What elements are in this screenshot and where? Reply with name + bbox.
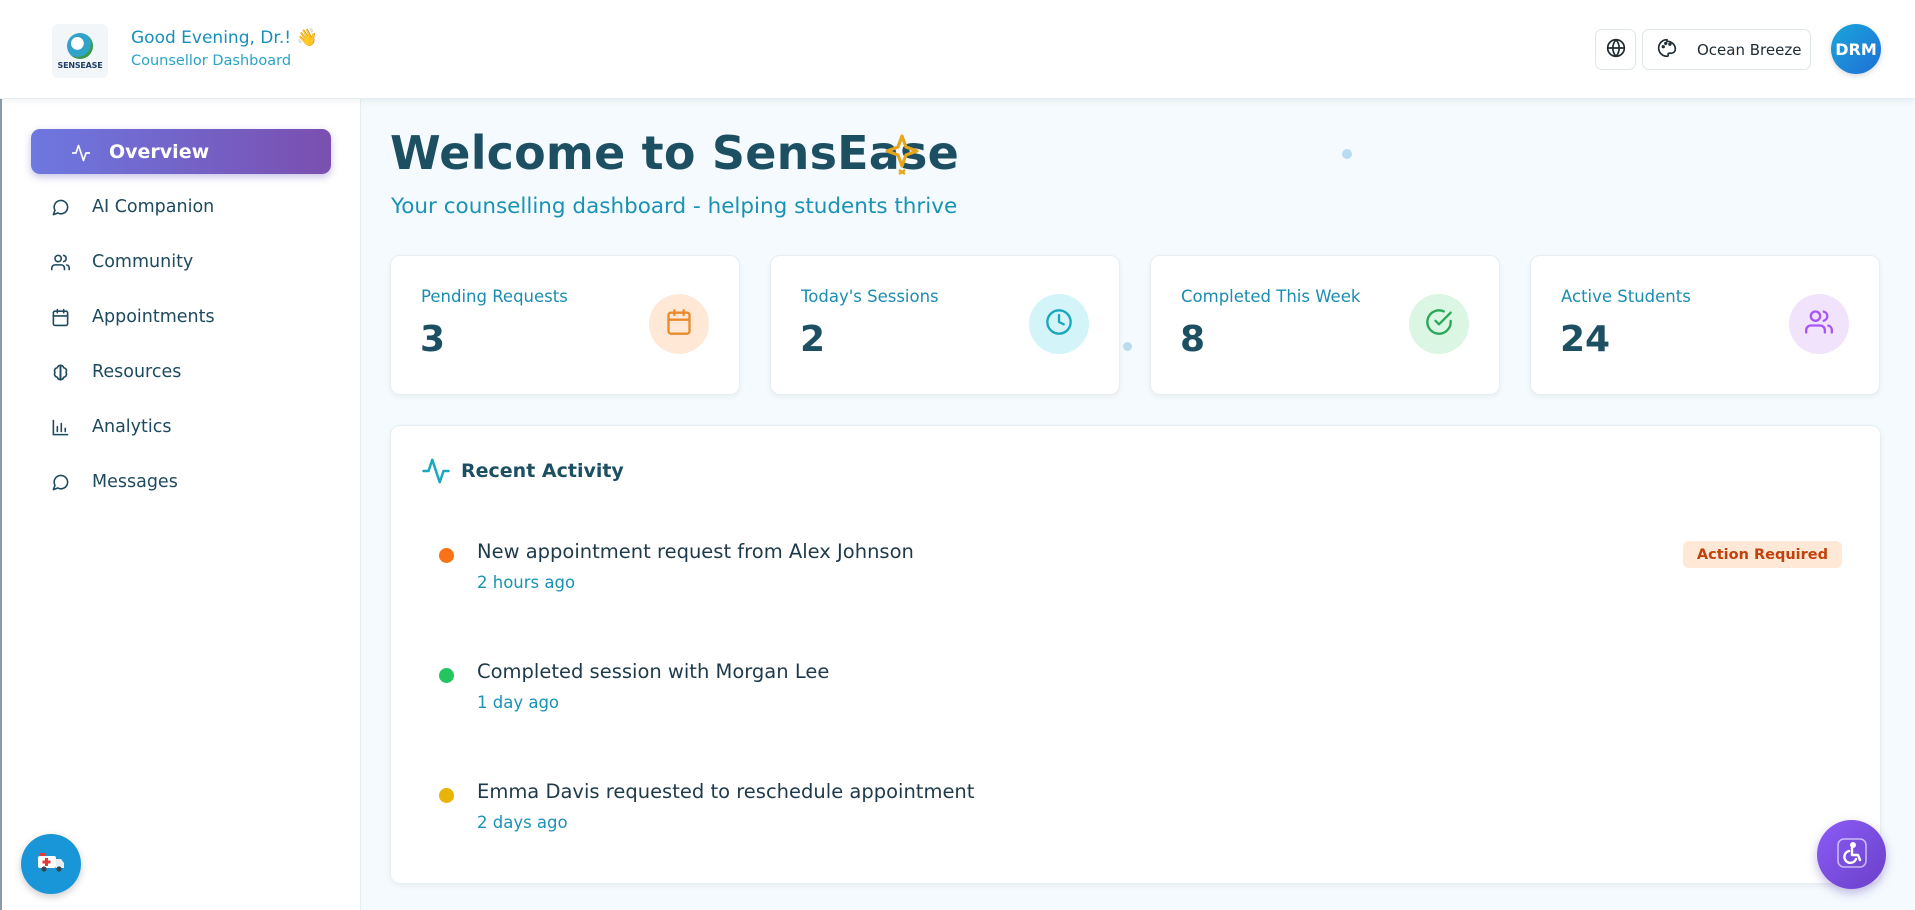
page-subtitle: Your counselling dashboard - helping stu… [391, 194, 958, 219]
status-dot [439, 668, 454, 683]
sidebar-item-label: Appointments [92, 307, 215, 327]
activity-time: 2 days ago [477, 813, 568, 832]
sidebar-item-community[interactable]: Community [31, 242, 331, 282]
stat-label: Completed This Week [1181, 287, 1361, 306]
sidebar: Overview AI Companion Community Appointm… [2, 99, 361, 910]
globe-icon [1606, 38, 1626, 62]
stat-badge [649, 294, 709, 354]
theme-selector-button[interactable]: Ocean Breeze [1642, 29, 1811, 70]
stat-label: Pending Requests [421, 287, 568, 306]
stat-value: 24 [1560, 319, 1611, 360]
sidebar-item-label: Overview [109, 140, 210, 163]
activity-item[interactable]: Emma Davis requested to reschedule appoi… [439, 769, 1859, 839]
calendar-icon [665, 308, 693, 340]
sensease-logo[interactable]: SENSEASE [52, 24, 108, 78]
section-title: Recent Activity [461, 460, 624, 482]
activity-time: 1 day ago [477, 693, 560, 712]
status-dot [439, 548, 454, 563]
user-avatar[interactable]: DRM [1831, 24, 1881, 74]
stat-badge [1409, 294, 1469, 354]
users-icon [51, 253, 71, 277]
activity-message: New appointment request from Alex Johnso… [477, 540, 914, 563]
sidebar-item-ai-companion[interactable]: AI Companion [31, 187, 331, 227]
calendar-icon [51, 308, 70, 332]
recent-activity-panel: Recent Activity New appointment request … [390, 425, 1881, 884]
stat-card-todays-sessions: Today's Sessions 2 [770, 255, 1120, 395]
logo-mark [67, 32, 93, 59]
clock-icon [1045, 308, 1073, 340]
action-required-badge: Action Required [1682, 541, 1842, 568]
decorative-dot [1123, 342, 1132, 351]
stat-card-completed-this-week: Completed This Week 8 [1150, 255, 1500, 395]
stat-label: Active Students [1561, 287, 1691, 306]
logo-wordmark: SENSEASE [57, 60, 103, 70]
status-dot [439, 788, 454, 803]
page-title: Welcome to SensEase [390, 126, 959, 180]
palette-icon [1657, 38, 1677, 62]
wheelchair-icon [1836, 837, 1868, 873]
sidebar-item-label: Community [92, 252, 194, 272]
stat-value: 2 [800, 319, 826, 360]
activity-message: Emma Davis requested to reschedule appoi… [477, 780, 975, 803]
users-icon [1805, 308, 1834, 340]
decorative-dot [1342, 149, 1352, 159]
activity-time: 2 hours ago [477, 573, 576, 592]
sidebar-item-label: Resources [92, 362, 182, 382]
activity-item[interactable]: Completed session with Morgan Lee 1 day … [439, 649, 1859, 719]
accessibility-button[interactable] [1817, 820, 1886, 889]
top-header: SENSEASE Good Evening, Dr.! 👋 Counsellor… [0, 0, 1915, 99]
check-circle-icon [1425, 308, 1453, 340]
stat-value: 8 [1180, 319, 1206, 360]
theme-label: Ocean Breeze [1697, 40, 1802, 59]
bar-chart-icon [51, 418, 70, 442]
activity-icon [71, 143, 91, 168]
stat-value: 3 [420, 319, 446, 360]
sidebar-item-analytics[interactable]: Analytics [31, 407, 331, 447]
activity-message: Completed session with Morgan Lee [477, 660, 830, 683]
sidebar-item-messages[interactable]: Messages [31, 462, 331, 502]
greeting-text: Good Evening, Dr.! 👋 [131, 28, 318, 48]
sidebar-item-label: Messages [92, 472, 178, 492]
sidebar-item-appointments[interactable]: Appointments [31, 297, 331, 337]
language-button[interactable] [1595, 29, 1636, 70]
ambulance-icon [36, 850, 66, 878]
chat-bubble-icon [51, 473, 70, 497]
sidebar-item-label: AI Companion [92, 197, 215, 217]
sidebar-item-overview[interactable]: Overview [31, 129, 331, 174]
emergency-button[interactable] [21, 834, 81, 894]
brain-icon [51, 363, 70, 387]
stat-card-pending-requests: Pending Requests 3 [390, 255, 740, 395]
activity-item[interactable]: New appointment request from Alex Johnso… [439, 529, 1859, 599]
dashboard-subtitle: Counsellor Dashboard [131, 53, 292, 69]
activity-icon [421, 456, 451, 490]
sparkle-icon [884, 133, 920, 179]
stat-card-active-students: Active Students 24 [1530, 255, 1880, 395]
stat-badge [1029, 294, 1089, 354]
chat-bubble-icon [51, 198, 70, 222]
sidebar-item-label: Analytics [92, 417, 172, 437]
stat-label: Today's Sessions [801, 287, 939, 306]
stat-badge [1789, 294, 1849, 354]
sidebar-item-resources[interactable]: Resources [31, 352, 331, 392]
